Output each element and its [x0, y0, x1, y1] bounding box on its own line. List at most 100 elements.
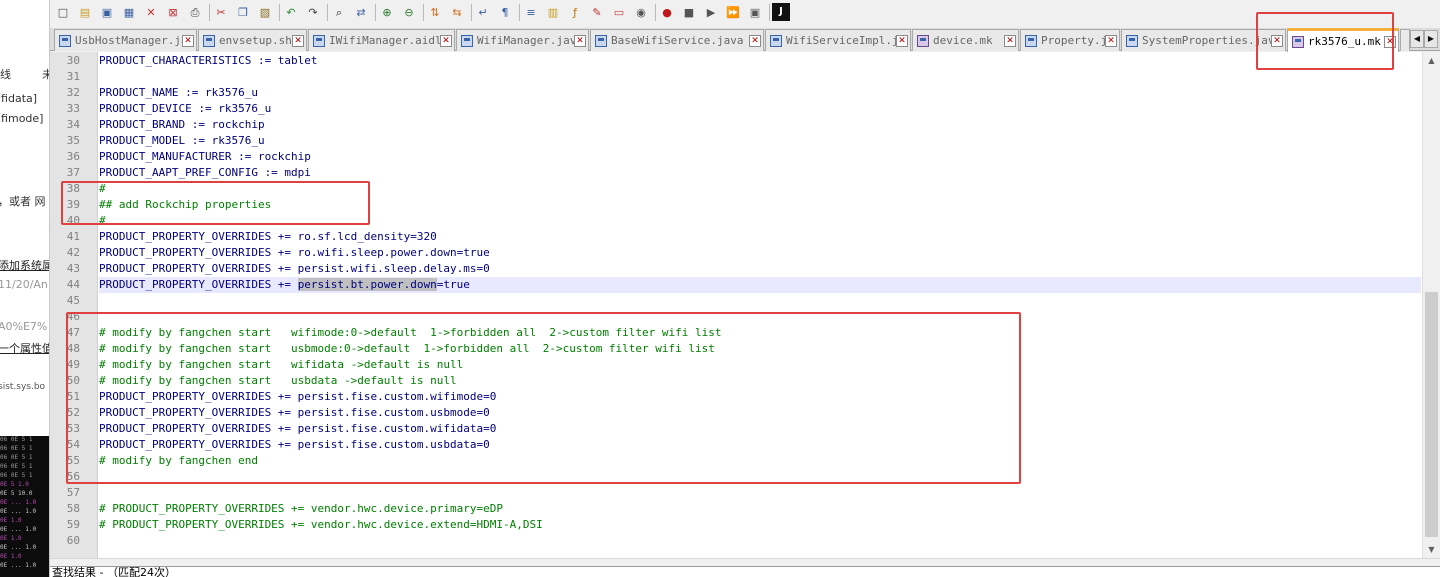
code-line[interactable]: # — [99, 213, 1421, 229]
code-line[interactable]: # modify by fangchen end — [99, 453, 1421, 469]
code-text: # — [99, 182, 106, 195]
plugin-j-icon[interactable]: J — [772, 3, 790, 21]
code-line[interactable]: # modify by fangchen start wifidata ->de… — [99, 357, 1421, 373]
code-line[interactable]: PRODUCT_PROPERTY_OVERRIDES += persist.fi… — [99, 421, 1421, 437]
code-line[interactable]: # — [99, 181, 1421, 197]
print-icon[interactable]: ⎙ — [186, 3, 204, 21]
tab-scroll-right-icon[interactable]: ▶ — [1424, 30, 1438, 48]
tab-systemproperties-java[interactable]: SystemProperties.java ✕ — [1121, 29, 1286, 51]
copy-icon[interactable]: ❐ — [234, 3, 252, 21]
tab-close-icon[interactable]: ✕ — [182, 34, 194, 47]
cut-icon[interactable]: ✂ — [212, 3, 230, 21]
sync-horizontal-icon[interactable]: ⇆ — [448, 3, 466, 21]
word-wrap-icon[interactable]: ↵ — [474, 3, 492, 21]
tab-close-icon[interactable]: ✕ — [574, 34, 586, 47]
save-macro-icon[interactable]: ▣ — [746, 3, 764, 21]
save-icon[interactable]: ▣ — [98, 3, 116, 21]
find-icon[interactable]: ⌕ — [330, 3, 348, 21]
line-number: 35 — [66, 134, 80, 147]
code-line[interactable]: # PRODUCT_PROPERTY_OVERRIDES += vendor.h… — [99, 501, 1421, 517]
scroll-up-icon[interactable]: ▲ — [1423, 52, 1440, 69]
code-line[interactable]: PRODUCT_MODEL := rk3576_u — [99, 133, 1421, 149]
tab-close-icon[interactable]: ✕ — [1105, 34, 1117, 47]
monitor-icon[interactable]: ◉ — [632, 3, 650, 21]
paste-icon[interactable]: ▧ — [256, 3, 274, 21]
code-line[interactable]: PRODUCT_AAPT_PREF_CONFIG := mdpi — [99, 165, 1421, 181]
find-results-panel: 查找结果 - （匹配24次） — [50, 566, 1440, 577]
code-line[interactable]: ## add Rockchip properties — [99, 197, 1421, 213]
tab-close-icon[interactable]: ✕ — [1384, 35, 1396, 48]
undo-icon[interactable]: ↶ — [282, 3, 300, 21]
code-line[interactable] — [99, 469, 1421, 485]
code-line[interactable]: PRODUCT_PROPERTY_OVERRIDES += ro.sf.lcd_… — [99, 229, 1421, 245]
tab-device-mk[interactable]: device.mk ✕ — [912, 29, 1019, 51]
zoom-out-icon[interactable]: ⊖ — [400, 3, 418, 21]
code-line[interactable]: # modify by fangchen start usbmode:0->de… — [99, 341, 1421, 357]
save-all-icon[interactable]: ▦ — [120, 3, 138, 21]
document-map-icon[interactable]: ✎ — [588, 3, 606, 21]
code-line[interactable]: PRODUCT_MANUFACTURER := rockchip — [99, 149, 1421, 165]
tab-rk3576-u-mk[interactable]: rk3576_u.mk ✕ — [1287, 28, 1399, 52]
code-line[interactable]: PRODUCT_PROPERTY_OVERRIDES += persist.wi… — [99, 261, 1421, 277]
tab-wifiserviceimpl-java[interactable]: WifiServiceImpl.java✕ — [765, 29, 911, 51]
tab-envsetup-sh[interactable]: envsetup.sh ✕ — [198, 29, 307, 51]
code-line[interactable]: # PRODUCT_PROPERTY_OVERRIDES += vendor.h… — [99, 517, 1421, 533]
tab-basewifiservice-java[interactable]: BaseWifiService.java ✕ — [590, 29, 764, 51]
code-line[interactable]: # modify by fangchen start wifimode:0->d… — [99, 325, 1421, 341]
code-line[interactable] — [99, 485, 1421, 501]
code-text: PRODUCT_AAPT_PREF_CONFIG := mdpi — [99, 166, 311, 179]
stop-macro-icon[interactable]: ■ — [680, 3, 698, 21]
folder-icon[interactable]: ▭ — [610, 3, 628, 21]
run-macro-multiple-icon[interactable]: ⏩ — [724, 3, 742, 21]
tab-close-icon[interactable]: ✕ — [1004, 34, 1016, 47]
tab-close-icon[interactable]: ✕ — [292, 34, 304, 47]
code-area[interactable]: 30 31 32 33 34 35 36 37 38 39 40 41 42 43 44 45 46 47 48 49… — [50, 52, 1422, 558]
code-line[interactable]: PRODUCT_PROPERTY_OVERRIDES += ro.wifi.sl… — [99, 245, 1421, 261]
code-line[interactable] — [99, 309, 1421, 325]
line-number: 32 — [66, 86, 80, 99]
tab-close-icon[interactable]: ✕ — [749, 34, 761, 47]
sync-vertical-icon[interactable]: ⇅ — [426, 3, 444, 21]
code-line[interactable] — [99, 69, 1421, 85]
new-file-icon[interactable]: □ — [54, 3, 72, 21]
tab-iwifimanager-aidl[interactable]: IWifiManager.aidl ✕ — [308, 29, 455, 51]
close-all-icon[interactable]: ⊠ — [164, 3, 182, 21]
tab-label: WifiManager.java — [477, 34, 574, 47]
replace-icon[interactable]: ⇄ — [352, 3, 370, 21]
code-line[interactable] — [99, 533, 1421, 549]
tab-usbhostmanager-java[interactable]: UsbHostManager.java✕ — [54, 29, 197, 51]
redo-icon[interactable]: ↷ — [304, 3, 322, 21]
tab-wifimanager-java[interactable]: WifiManager.java ✕ — [456, 29, 589, 51]
code-line[interactable]: PRODUCT_PROPERTY_OVERRIDES += persist.fi… — [99, 437, 1421, 453]
tab-overflow[interactable] — [1400, 29, 1410, 51]
open-file-icon[interactable]: ▤ — [76, 3, 94, 21]
code-line[interactable]: PRODUCT_PROPERTY_OVERRIDES += persist.fi… — [99, 389, 1421, 405]
code-line[interactable]: # modify by fangchen start usbdata ->def… — [99, 373, 1421, 389]
line-number: 30 — [66, 54, 80, 67]
terminal-line: 0E 5 10.0 — [0, 490, 33, 497]
function-list-icon[interactable]: ƒ — [566, 3, 584, 21]
show-all-chars-icon[interactable]: ¶ — [496, 3, 514, 21]
folder-workspace-icon[interactable]: ▥ — [544, 3, 562, 21]
code-line[interactable]: PRODUCT_NAME := rk3576_u — [99, 85, 1421, 101]
code-line[interactable]: PRODUCT_BRAND := rockchip — [99, 117, 1421, 133]
code-line[interactable]: PRODUCT_PROPERTY_OVERRIDES += persist.bt… — [99, 277, 1421, 293]
play-macro-icon[interactable]: ▶ — [702, 3, 720, 21]
code-line[interactable]: PRODUCT_DEVICE := rk3576_u — [99, 101, 1421, 117]
record-macro-icon[interactable]: ● — [658, 3, 676, 21]
zoom-in-icon[interactable]: ⊕ — [378, 3, 396, 21]
tab-property-java[interactable]: Property.java✕ — [1020, 29, 1120, 51]
scroll-down-icon[interactable]: ▼ — [1423, 541, 1440, 558]
code-line[interactable]: PRODUCT_CHARACTERISTICS := tablet — [99, 53, 1421, 69]
tab-close-icon[interactable]: ✕ — [896, 34, 908, 47]
code-line[interactable]: PRODUCT_PROPERTY_OVERRIDES += persist.fi… — [99, 405, 1421, 421]
tab-close-icon[interactable]: ✕ — [1271, 34, 1283, 47]
scrollbar-thumb[interactable] — [1425, 292, 1438, 537]
code-line[interactable] — [99, 293, 1421, 309]
close-icon[interactable]: ✕ — [142, 3, 160, 21]
vertical-scrollbar[interactable]: ▲ ▼ — [1422, 52, 1440, 558]
horizontal-scrollbar[interactable] — [50, 558, 1440, 566]
indent-guide-icon[interactable]: ≡ — [522, 3, 540, 21]
tab-scroll-left-icon[interactable]: ◀ — [1410, 30, 1424, 48]
tab-close-icon[interactable]: ✕ — [440, 34, 452, 47]
